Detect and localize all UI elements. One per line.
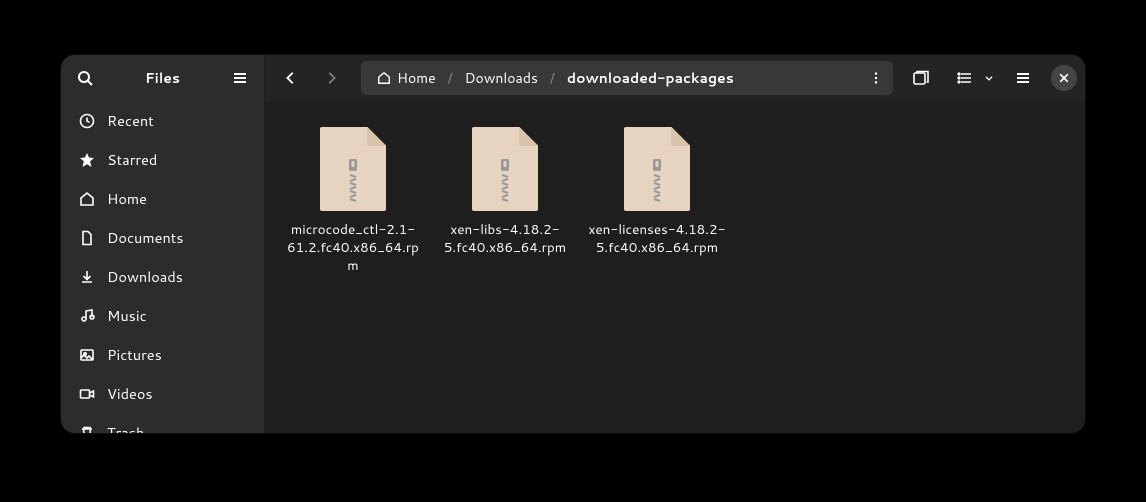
list-view-button[interactable] [951,62,979,94]
document-icon [79,230,95,246]
file-label: xen-libs-4.18.2-5.fc40.x86_64.rpm [436,221,574,257]
sidebar-item-label: Videos [107,383,153,404]
sidebar-item-pictures[interactable]: Pictures [61,335,264,374]
download-icon [79,269,95,285]
breadcrumb-label: Downloads [465,68,538,88]
breadcrumb-label: Home [397,68,436,88]
close-button[interactable] [1051,65,1077,91]
search-icon [77,70,93,86]
sidebar-item-label: Music [107,305,147,326]
file-label: microcode_ctl-2.1-61.2.fc40.x86_64.rpm [284,221,422,276]
list-icon [957,70,973,86]
new-tab-button[interactable] [905,62,937,94]
chevron-right-icon [324,71,338,85]
sidebar-item-downloads[interactable]: Downloads [61,257,264,296]
back-button[interactable] [273,61,309,95]
breadcrumb-home[interactable]: Home [373,68,440,88]
sidebar: Files Recent Starred Home Documents [61,55,265,433]
file-manager-window: Files Recent Starred Home Documents [61,55,1085,433]
breadcrumb-separator: / [550,68,555,88]
sidebar-item-label: Recent [107,110,154,131]
kebab-icon [869,71,883,85]
search-button[interactable] [69,62,101,94]
new-tab-icon [912,69,930,87]
file-grid: microcode_ctl-2.1-61.2.fc40.x86_64.rpm x… [265,101,1085,433]
archive-icon [624,127,690,211]
sidebar-item-label: Documents [107,227,183,248]
sidebar-item-videos[interactable]: Videos [61,374,264,413]
star-icon [79,152,95,168]
file-label: xen-licenses-4.18.2-5.fc40.x86_64.rpm [588,221,726,257]
sidebar-item-label: Trash [107,422,144,433]
forward-button[interactable] [313,61,349,95]
sidebar-item-label: Starred [107,149,157,170]
toolbar: Home / Downloads / downloaded-packages [265,55,1085,101]
view-dropdown-button[interactable] [979,62,999,94]
sidebar-menu-button[interactable] [224,62,256,94]
music-icon [79,308,95,324]
archive-icon [472,127,538,211]
sidebar-item-label: Home [107,188,147,209]
main-panel: Home / Downloads / downloaded-packages [265,55,1085,433]
path-menu-button[interactable] [859,61,893,95]
sidebar-item-label: Pictures [107,344,162,365]
main-menu-button[interactable] [1007,62,1039,94]
menu-icon [1015,70,1031,86]
close-icon [1058,72,1070,84]
sidebar-item-home[interactable]: Home [61,179,264,218]
archive-icon [320,127,386,211]
menu-icon [232,70,248,86]
path-bar: Home / Downloads / downloaded-packages [361,61,893,95]
sidebar-item-recent[interactable]: Recent [61,101,264,140]
view-switcher [951,62,999,94]
sidebar-item-starred[interactable]: Starred [61,140,264,179]
file-item[interactable]: xen-licenses-4.18.2-5.fc40.x86_64.rpm [587,121,727,276]
chevron-left-icon [284,71,298,85]
breadcrumb-current[interactable]: downloaded-packages [563,68,738,88]
breadcrumb-separator: / [448,68,453,88]
sidebar-header: Files [61,55,264,101]
sidebar-item-label: Downloads [107,266,183,287]
app-title: Files [101,68,224,88]
breadcrumb-label: downloaded-packages [567,68,734,88]
picture-icon [79,347,95,363]
home-icon [377,71,391,85]
trash-icon [79,425,95,434]
chevron-down-icon [984,73,994,83]
breadcrumb-downloads[interactable]: Downloads [461,68,542,88]
file-item[interactable]: microcode_ctl-2.1-61.2.fc40.x86_64.rpm [283,121,423,276]
sidebar-item-music[interactable]: Music [61,296,264,335]
sidebar-list: Recent Starred Home Documents Downloads … [61,101,264,433]
sidebar-item-trash[interactable]: Trash [61,413,264,433]
clock-icon [79,113,95,129]
sidebar-item-documents[interactable]: Documents [61,218,264,257]
file-item[interactable]: xen-libs-4.18.2-5.fc40.x86_64.rpm [435,121,575,276]
video-icon [79,386,95,402]
home-icon [79,191,95,207]
